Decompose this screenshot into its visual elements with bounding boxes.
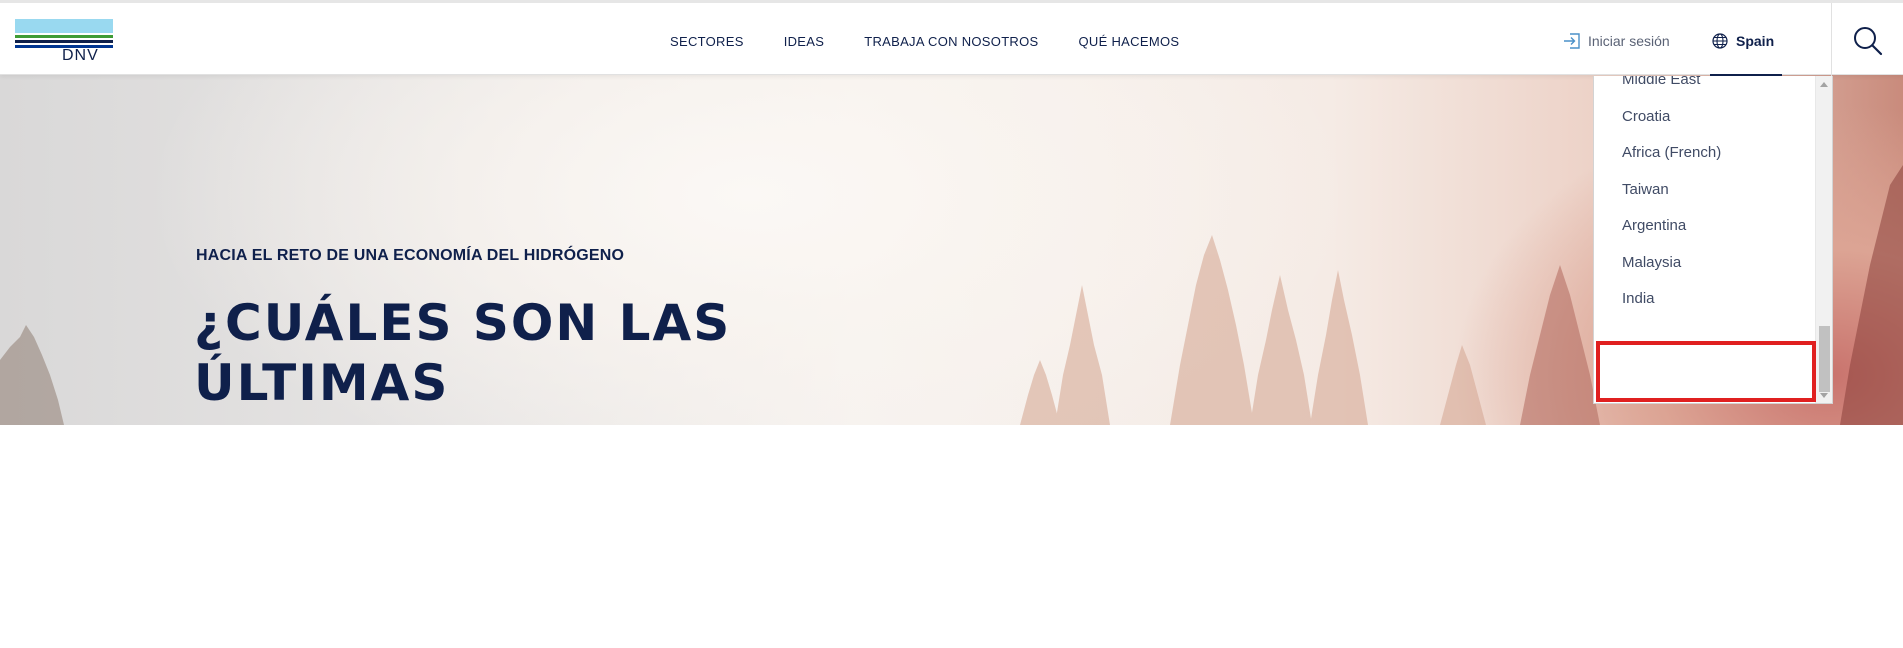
nav-item-sectores[interactable]: SECTORES	[670, 34, 744, 49]
list-item[interactable]: Middle East	[1594, 76, 1816, 99]
list-item[interactable]: Croatia	[1594, 99, 1816, 136]
logo-sky-bar	[15, 19, 113, 33]
site-header: DNV SECTORES IDEAS TRABAJA CON NOSOTROS …	[0, 0, 1903, 78]
hero-kicker: HACIA EL RETO DE UNA ECONOMÍA DEL HIDRÓG…	[196, 247, 625, 264]
main-nav: SECTORES IDEAS TRABAJA CON NOSOTROS QUÉ …	[670, 34, 1219, 49]
hero-title: ¿CUÁLES SON LAS ÚLTIMAS	[194, 294, 732, 412]
nav-item-que-hacemos[interactable]: QUÉ HACEMOS	[1079, 34, 1180, 49]
list-item[interactable]: Argentina	[1594, 208, 1816, 245]
scroll-down-arrow-icon[interactable]	[1820, 393, 1828, 398]
locale-list: Middle East Croatia Africa (French) Taiw…	[1594, 76, 1816, 318]
login-label: Iniciar sesión	[1588, 33, 1670, 49]
locale-selector[interactable]: Spain	[1712, 33, 1774, 49]
search-button[interactable]	[1831, 3, 1903, 78]
nav-item-ideas[interactable]: IDEAS	[784, 34, 825, 49]
list-item[interactable]: Malaysia	[1594, 245, 1816, 282]
logo-green-bar	[15, 35, 113, 38]
dnv-logo[interactable]: DNV	[15, 19, 113, 65]
globe-icon	[1712, 33, 1728, 49]
locale-label: Spain	[1736, 33, 1775, 49]
list-item[interactable]: Africa (French)	[1594, 135, 1816, 172]
scroll-up-arrow-icon[interactable]	[1820, 82, 1828, 87]
scrollbar-thumb[interactable]	[1819, 326, 1830, 392]
highlight-box	[1596, 341, 1816, 402]
logo-navy-bar	[15, 40, 113, 43]
search-icon	[1853, 26, 1882, 55]
list-item[interactable]: India	[1594, 281, 1816, 318]
list-item[interactable]: Taiwan	[1594, 172, 1816, 209]
sign-in-icon	[1564, 33, 1580, 49]
logo-wordmark: DNV	[62, 47, 99, 64]
nav-item-trabaja[interactable]: TRABAJA CON NOSOTROS	[864, 34, 1038, 49]
dropdown-scrollbar[interactable]	[1815, 76, 1832, 403]
login-link[interactable]: Iniciar sesión	[1563, 33, 1670, 49]
